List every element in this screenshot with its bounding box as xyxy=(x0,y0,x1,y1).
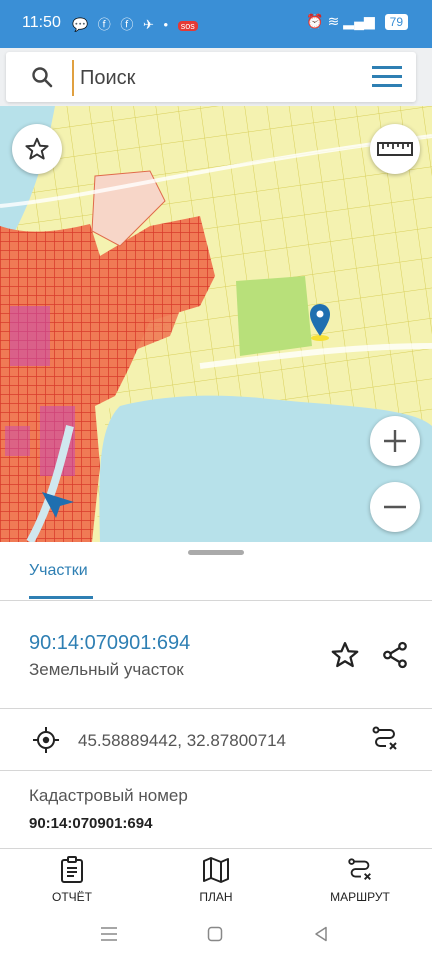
zoom-out-button[interactable] xyxy=(370,482,420,532)
divider xyxy=(0,770,432,771)
nav-route-button[interactable]: МАРШРУТ xyxy=(310,856,410,904)
search-icon[interactable] xyxy=(30,65,54,89)
status-bar: 11:50 💬 ⓕ ⓕ ✈ • sos ⏰ ≋ ▂▄▆ 79 xyxy=(0,0,432,48)
recent-apps-icon[interactable] xyxy=(100,926,118,942)
clipboard-report-icon xyxy=(61,856,83,883)
system-navigation-bar xyxy=(0,910,432,960)
tab-parcels[interactable]: Участки xyxy=(29,562,88,594)
sos-badge: sos xyxy=(177,21,198,31)
cadastral-map[interactable] xyxy=(0,106,432,542)
favorites-button[interactable] xyxy=(12,124,62,174)
parcel-type: Земельный участок xyxy=(29,660,184,679)
map-icon xyxy=(203,857,229,883)
notification-icons-text: 💬 ⓕ ⓕ ✈ • xyxy=(72,17,178,32)
hamburger-menu-icon[interactable] xyxy=(372,66,402,88)
search-area xyxy=(0,48,432,106)
status-time: 11:50 xyxy=(22,14,61,31)
battery-indicator: 79 xyxy=(384,14,408,30)
plus-icon xyxy=(384,430,406,452)
nav-plan-label: ПЛАН xyxy=(199,890,233,904)
divider xyxy=(0,600,432,601)
notification-icons: 💬 ⓕ ⓕ ✈ • sos xyxy=(72,14,198,33)
share-icon[interactable] xyxy=(380,640,410,670)
star-icon xyxy=(25,137,49,160)
route-cancel-icon[interactable] xyxy=(370,724,400,754)
route-icon xyxy=(348,858,371,880)
system-status-icons: ⏰ ≋ ▂▄▆ 79 xyxy=(306,13,408,30)
zoom-in-button[interactable] xyxy=(370,416,420,466)
crosshair-icon[interactable] xyxy=(32,726,60,754)
nav-plan-button[interactable]: ПЛАН xyxy=(166,856,266,904)
nav-report-label: ОТЧЁТ xyxy=(51,890,92,904)
minus-icon xyxy=(384,505,406,509)
alarm-icon: ⏰ xyxy=(306,13,324,29)
wifi-icon: ≋ xyxy=(327,13,340,29)
sheet-drag-handle[interactable] xyxy=(188,550,244,555)
divider xyxy=(0,848,432,849)
cadastral-number-label: Кадастровый номер xyxy=(29,786,188,805)
signal-icon: ▂▄▆ xyxy=(343,13,375,29)
search-bar xyxy=(6,52,416,102)
nav-route-label: МАРШРУТ xyxy=(330,890,390,904)
search-input[interactable] xyxy=(72,60,362,96)
add-favorite-star-icon[interactable] xyxy=(330,640,360,670)
bottom-navigation: ОТЧЁТ ПЛАН МАРШРУТ xyxy=(0,850,432,910)
divider xyxy=(0,708,432,709)
home-icon[interactable] xyxy=(207,926,223,942)
coordinates-text[interactable]: 45.58889442, 32.87800714 xyxy=(78,731,286,751)
back-icon[interactable] xyxy=(314,926,328,942)
cadastral-number-value: 90:14:070901:694 xyxy=(29,815,153,832)
parcel-number[interactable]: 90:14:070901:694 xyxy=(29,632,190,655)
map-canvas[interactable] xyxy=(0,106,432,542)
ruler-icon xyxy=(377,142,413,156)
tab-active-indicator xyxy=(29,596,93,599)
nav-report-button[interactable]: ОТЧЁТ xyxy=(22,856,122,904)
ruler-button[interactable] xyxy=(370,124,420,174)
